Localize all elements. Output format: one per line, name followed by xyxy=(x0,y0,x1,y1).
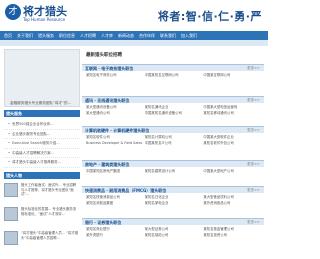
nav-item-join[interactable]: 加入我们 xyxy=(181,33,197,39)
job-link[interactable]: 某知名保险公司 xyxy=(145,233,204,237)
job-link[interactable]: 中国某知名房地产集团 xyxy=(86,169,145,173)
job-list: 中国某知名房地产集团 某知名建筑设计公司 中国某大型地产公司 xyxy=(86,169,262,173)
job-link[interactable]: 中国某大型软件企业 xyxy=(203,135,262,139)
category-title[interactable]: 互联网 · 电子商务猎头职位 xyxy=(85,66,133,72)
job-link[interactable]: 中国某知名互联网公司 xyxy=(145,73,204,77)
jobs-heading: 最新猎头职位招聘 xyxy=(86,53,122,58)
list-item[interactable]: 世界500强企业合作伙伴... xyxy=(4,120,80,130)
job-link[interactable]: 某知名消费品集团 xyxy=(86,201,145,205)
job-link[interactable]: 某知名计算机公司 xyxy=(145,135,204,139)
banner-caption[interactable]: 金融服务猎头专业服务团队“将才”的... xyxy=(10,101,71,106)
more-link[interactable]: 更多>> xyxy=(247,188,260,193)
more-link[interactable]: 更多>> xyxy=(247,98,260,103)
nav-item-talent[interactable]: 人才库 xyxy=(101,33,113,39)
news-item[interactable]: “将才猎头”中高级管理人员... “将才猎头”中高级管理人员招聘... xyxy=(4,231,80,253)
more-link[interactable]: 更多>> xyxy=(247,66,260,71)
job-link[interactable]: 某大型证券公司 xyxy=(145,227,204,231)
job-link[interactable]: 某知名通讯企业 xyxy=(145,105,204,109)
category-title[interactable]: 通讯 · 无线通讯猎头职位 xyxy=(85,98,129,104)
logo-subtitle: Top Human Resource xyxy=(23,17,66,22)
job-list: 某知名快速消费品公司 某知名日化企业 某大型食品饮料公司 某知名消费品集团 某知… xyxy=(86,195,262,205)
list-item[interactable]: 中高级人才招聘解决方案... xyxy=(4,149,80,158)
category-header: 房地产 · 建筑类猎头职位 更多>> xyxy=(82,160,264,167)
job-link[interactable]: 中国某大型电信运营商 xyxy=(203,105,262,109)
category-header: 快速消费品 · 耐用消费品（FMCG）猎头职位 更多>> xyxy=(82,186,264,193)
main-nav: 首页 关于我们 猎头服务 职位信息 人才招聘 人才库 新闻动态 合作伙伴 联系我… xyxy=(0,31,268,40)
job-link[interactable]: 中国某大型地产公司 xyxy=(203,169,262,173)
job-link[interactable]: 某知名家电企业 xyxy=(145,201,204,205)
nav-item-jobs[interactable]: 职位信息 xyxy=(59,33,75,39)
category-header: 银行 · 证券猎头职位 更多>> xyxy=(82,218,264,225)
news-item[interactable]: 猎头标准化的发展... 专业猎头服务流程标准化，“面试”人才测评... xyxy=(4,207,80,229)
job-link[interactable]: 某知名商业银行 xyxy=(86,227,145,231)
site-header: 才 将才猎头 Top Human Resource 将者:智·信·仁·勇·严 xyxy=(0,0,268,30)
job-link[interactable]: 某知名投资公司 xyxy=(203,233,262,237)
job-link[interactable]: 某知名软件公司 xyxy=(86,135,145,139)
job-list: 某知名软件公司 某知名计算机公司 中国某大型软件企业 Business Deve… xyxy=(86,135,262,145)
job-link[interactable]: 中国某互联网公司 xyxy=(203,73,262,77)
job-link[interactable]: 某知名日化企业 xyxy=(145,195,204,199)
page: 才 将才猎头 Top Human Resource 将者:智·信·仁·勇·严 首… xyxy=(0,0,268,259)
slogan: 将者:智·信·仁·勇·严 xyxy=(157,10,262,23)
news-text[interactable]: 猎头标准化的发展... 专业猎头服务流程标准化，“面试”人才测评... xyxy=(21,207,79,216)
list-item[interactable]: 企业猎头服务专业团队... xyxy=(4,130,80,139)
job-list: 某知名商业银行 某大型证券公司 某知名基金管理公司 某外资银行 某知名保险公司 … xyxy=(86,227,262,237)
news-item[interactable]: 猎头工作者面试：面试外... 专业招聘与人才推荐，将才猎头专业团队“面试”... xyxy=(4,183,80,205)
job-link[interactable]: 某知名快速消费品公司 xyxy=(86,195,145,199)
job-link[interactable]: 某知名建筑设计公司 xyxy=(145,169,204,173)
job-link[interactable]: 某知名基金管理公司 xyxy=(203,227,262,231)
nav-item-contact[interactable]: 联系我们 xyxy=(160,33,176,39)
list-item[interactable]: 将才猎头中高级人才推荐服务... xyxy=(4,158,80,168)
job-link[interactable]: 某大型通讯公司 xyxy=(86,111,145,115)
news-thumbnail[interactable] xyxy=(4,231,18,245)
nav-substrip xyxy=(0,40,268,46)
job-link[interactable]: 某外资银行 xyxy=(86,233,145,237)
category-title[interactable]: 房地产 · 建筑类猎头职位 xyxy=(85,162,129,168)
list-item[interactable]: Executive Search服务介绍... xyxy=(4,139,80,149)
more-link[interactable]: 更多>> xyxy=(247,162,260,167)
news-thumbnail[interactable] xyxy=(4,207,18,221)
more-link[interactable]: 更多>> xyxy=(247,220,260,225)
job-link[interactable]: 中国某知名通讯设备公司 xyxy=(145,111,204,115)
more-link[interactable]: 更多>> xyxy=(247,128,260,133)
category-header: 计算机软硬件 · 计算机硬件猎头职位 更多>> xyxy=(82,126,264,133)
logo-icon[interactable]: 才 xyxy=(5,4,21,20)
service-list: 世界500强企业合作伙伴... 企业猎头服务专业团队... Executive … xyxy=(4,120,80,168)
job-link[interactable]: 中国某知名IT公司 xyxy=(145,141,204,145)
job-link[interactable]: 某大型通讯设备公司 xyxy=(86,105,145,109)
category-header: 通讯 · 无线通讯猎头职位 更多>> xyxy=(82,96,264,103)
job-link[interactable]: 某知名电子商务公司 xyxy=(86,73,145,77)
nav-item-partners[interactable]: 合作伙伴 xyxy=(139,33,155,39)
nav-item-service[interactable]: 猎头服务 xyxy=(38,33,54,39)
job-link[interactable]: 某知名软件外包公司 xyxy=(203,141,262,145)
category-title[interactable]: 银行 · 证券猎头职位 xyxy=(85,220,121,226)
category-title[interactable]: 快速消费品 · 耐用消费品（FMCG）猎头职位 xyxy=(85,188,166,194)
news-text[interactable]: 猎头工作者面试：面试外... 专业招聘与人才推荐，将才猎头专业团队“面试”... xyxy=(21,183,79,197)
category-title[interactable]: 计算机软硬件 · 计算机硬件猎头职位 xyxy=(85,128,149,134)
news-text[interactable]: “将才猎头”中高级管理人员... “将才猎头”中高级管理人员招聘... xyxy=(21,231,79,240)
job-list: 某知名电子商务公司 中国某知名互联网公司 中国某互联网公司 xyxy=(86,73,262,77)
nav-item-home[interactable]: 首页 xyxy=(4,33,12,39)
job-link[interactable]: 某大型食品饮料公司 xyxy=(203,195,262,199)
section-title-people: 猎头人物 xyxy=(6,173,22,178)
news-thumbnail[interactable] xyxy=(4,183,18,197)
job-link[interactable]: 某外资消费品公司 xyxy=(203,201,262,205)
banner-image[interactable] xyxy=(4,49,80,107)
nav-item-about[interactable]: 关于我们 xyxy=(17,33,33,39)
job-link[interactable]: 某知名移动通讯公司 xyxy=(203,111,262,115)
job-list: 某大型通讯设备公司 某知名通讯企业 中国某大型电信运营商 某大型通讯公司 中国某… xyxy=(86,105,262,115)
nav-item-recruit[interactable]: 人才招聘 xyxy=(80,33,96,39)
section-title-service: 猎头服务 xyxy=(6,111,22,116)
job-link[interactable]: Business Developer & Field Sales xyxy=(86,141,145,145)
category-header: 互联网 · 电子商务猎头职位 更多>> xyxy=(82,64,264,71)
nav-item-news[interactable]: 新闻动态 xyxy=(118,33,134,39)
